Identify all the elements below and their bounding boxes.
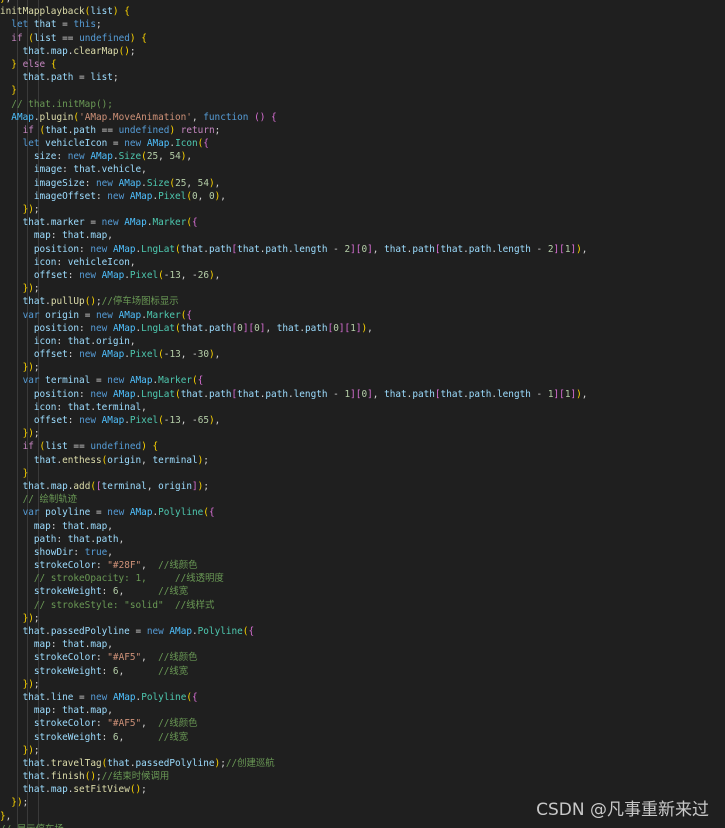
code-line[interactable]: if (list == undefined) { — [0, 32, 587, 45]
code-line[interactable]: showDir: true, — [0, 546, 587, 559]
code-line[interactable]: that.enthess(origin, terminal); — [0, 454, 587, 467]
code-line[interactable]: }); — [0, 361, 587, 374]
code-line[interactable]: }); — [0, 796, 587, 809]
code-area[interactable]: }, initMapplayback(list) { let that = thi… — [0, 0, 587, 828]
code-line[interactable]: path: that.path, — [0, 533, 587, 546]
code-line[interactable]: icon: that.terminal, — [0, 401, 587, 414]
code-line[interactable]: }); — [0, 678, 587, 691]
code-line[interactable]: that.path = list; — [0, 71, 587, 84]
code-line[interactable]: var origin = new AMap.Marker({ — [0, 309, 587, 322]
code-line[interactable]: AMap.plugin('AMap.MoveAnimation', functi… — [0, 111, 587, 124]
code-line[interactable]: icon: that.origin, — [0, 335, 587, 348]
code-line[interactable]: strokeColor: "#AF5", //线颜色 — [0, 717, 587, 730]
code-line[interactable]: // strokeOpacity: 1, //线透明度 — [0, 572, 587, 585]
code-line[interactable]: strokeColor: "#AF5", //线颜色 — [0, 651, 587, 664]
code-line[interactable]: image: that.vehicle, — [0, 163, 587, 176]
code-line[interactable]: var polyline = new AMap.Polyline({ — [0, 506, 587, 519]
code-line[interactable]: that.line = new AMap.Polyline({ — [0, 691, 587, 704]
code-editor[interactable]: }, initMapplayback(list) { let that = thi… — [0, 0, 725, 828]
code-line[interactable]: that.map.setFitView(); — [0, 783, 587, 796]
code-line[interactable]: offset: new AMap.Pixel(-13, -65), — [0, 414, 587, 427]
code-line[interactable]: // 绘制轨迹 — [0, 493, 587, 506]
code-line[interactable]: position: new AMap.LngLat(that.path[that… — [0, 243, 588, 256]
code-line[interactable]: // 显示停车场 — [0, 823, 587, 828]
code-line[interactable]: }); — [0, 612, 587, 625]
code-line[interactable]: if (list == undefined) { — [0, 440, 587, 453]
code-line[interactable]: }); — [0, 427, 587, 440]
code-line[interactable]: strokeWeight: 6, //线宽 — [0, 731, 587, 744]
code-line[interactable]: }); — [0, 744, 587, 757]
code-line[interactable]: that.passedPolyline = new AMap.Polyline(… — [0, 625, 587, 638]
code-line[interactable]: strokeWeight: 6, //线宽 — [0, 585, 587, 598]
code-line[interactable]: }); — [0, 282, 587, 295]
code-line[interactable]: // strokeStyle: "solid" //线样式 — [0, 599, 587, 612]
code-line[interactable]: var terminal = new AMap.Marker({ — [0, 374, 587, 387]
code-line[interactable]: offset: new AMap.Pixel(-13, -26), — [0, 269, 587, 282]
code-line[interactable]: map: that.map, — [0, 704, 587, 717]
code-line[interactable]: size: new AMap.Size(25, 54), — [0, 150, 587, 163]
code-line[interactable]: that.map.add([terminal, origin]); — [0, 480, 587, 493]
code-line[interactable]: imageSize: new AMap.Size(25, 54), — [0, 177, 587, 190]
code-line[interactable]: that.pullUp();//停车场图标显示 — [0, 295, 587, 308]
code-line[interactable]: let vehicleIcon = new AMap.Icon({ — [0, 137, 587, 150]
code-line[interactable]: }); — [0, 203, 587, 216]
code-line[interactable]: } else { — [0, 58, 587, 71]
code-line[interactable]: }, — [0, 810, 587, 823]
code-line[interactable]: imageOffset: new AMap.Pixel(0, 0), — [0, 190, 587, 203]
code-line[interactable]: that.travelTag(that.passedPolyline);//创建… — [0, 757, 587, 770]
code-line[interactable]: let that = this; — [0, 18, 587, 31]
code-line[interactable]: that.finish();//结束时候调用 — [0, 770, 587, 783]
code-line[interactable]: position: new AMap.LngLat(that.path[that… — [0, 388, 588, 401]
code-line[interactable]: that.marker = new AMap.Marker({ — [0, 216, 587, 229]
watermark: CSDN @凡事重新来过 — [536, 800, 709, 820]
code-line[interactable]: // that.initMap(); — [0, 98, 587, 111]
code-line[interactable]: position: new AMap.LngLat(that.path[0][0… — [0, 322, 587, 335]
code-line[interactable]: map: that.map, — [0, 229, 587, 242]
code-line[interactable]: strokeWeight: 6, //线宽 — [0, 665, 587, 678]
code-line[interactable]: if (that.path == undefined) return; — [0, 124, 587, 137]
code-line[interactable]: } — [0, 467, 587, 480]
code-line[interactable]: strokeColor: "#28F", //线颜色 — [0, 559, 587, 572]
code-line[interactable]: } — [0, 84, 587, 97]
code-line[interactable]: offset: new AMap.Pixel(-13, -30), — [0, 348, 587, 361]
code-line[interactable]: map: that.map, — [0, 638, 587, 651]
code-line[interactable]: map: that.map, — [0, 520, 587, 533]
code-line[interactable]: that.map.clearMap(); — [0, 45, 587, 58]
code-line[interactable]: initMapplayback(list) { — [0, 5, 587, 18]
code-line[interactable]: icon: vehicleIcon, — [0, 256, 587, 269]
